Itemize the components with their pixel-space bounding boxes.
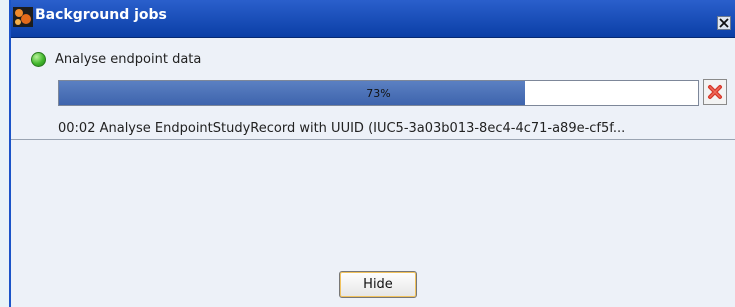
job-panel: Analyse endpoint data 73% 00:02 Analyse … [11, 38, 735, 140]
background-jobs-window: Background jobs Analyse endpoint data 73… [9, 0, 735, 307]
hide-button[interactable]: Hide [339, 271, 417, 298]
cancel-x-icon [708, 85, 722, 99]
app-logo-icon [13, 7, 33, 27]
status-green-icon [31, 52, 46, 67]
cancel-job-button[interactable] [703, 79, 727, 105]
close-button[interactable] [717, 16, 731, 30]
window-title: Background jobs [35, 7, 167, 23]
close-icon [719, 18, 729, 28]
title-bar[interactable]: Background jobs [11, 0, 735, 38]
job-header: Analyse endpoint data [31, 52, 201, 67]
job-detail: 00:02 Analyse EndpointStudyRecord with U… [58, 121, 626, 136]
job-progress-bar: 73% [58, 80, 699, 106]
lower-panel: Hide [11, 140, 735, 307]
progress-label: 73% [366, 86, 391, 100]
job-title: Analyse endpoint data [55, 52, 202, 67]
